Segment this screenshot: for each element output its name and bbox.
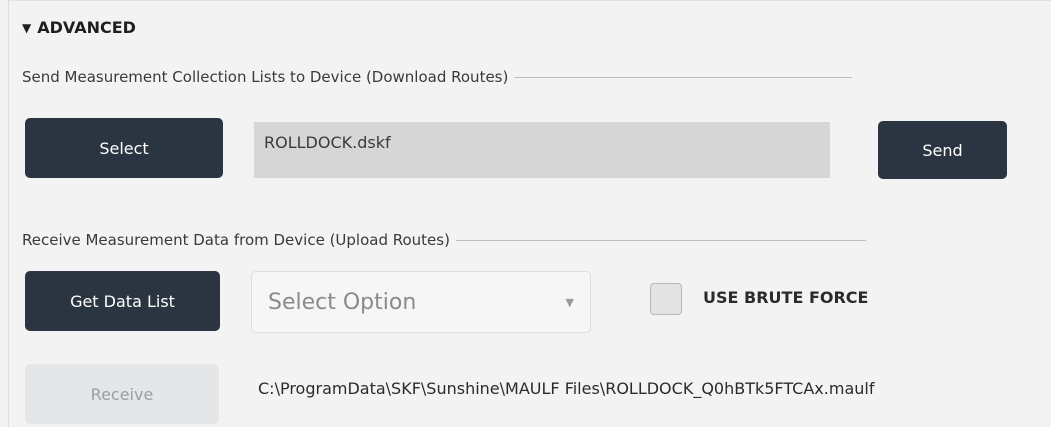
advanced-panel — [8, 0, 1051, 427]
brute-force-label: USE BRUTE FORCE — [703, 288, 869, 307]
download-section-label: Send Measurement Collection Lists to Dev… — [22, 68, 509, 86]
download-section-divider — [514, 76, 853, 78]
data-list-select[interactable]: Select Option ▼ — [251, 271, 591, 333]
upload-section-label: Receive Measurement Data from Device (Up… — [22, 231, 450, 249]
advanced-header-label: ADVANCED — [37, 18, 136, 37]
triangle-down-icon: ▼ — [22, 20, 32, 35]
chevron-down-icon: ▼ — [565, 295, 574, 309]
brute-force-checkbox[interactable] — [650, 283, 682, 315]
send-button[interactable]: Send — [878, 121, 1007, 179]
download-file-field: ROLLDOCK.dskf — [254, 122, 830, 178]
receive-button[interactable]: Receive — [25, 364, 219, 424]
advanced-toggle[interactable]: ▼ ADVANCED — [22, 18, 136, 37]
select-placeholder: Select Option — [268, 289, 417, 315]
upload-file-path: C:\ProgramData\SKF\Sunshine\MAULF Files\… — [258, 379, 875, 398]
get-data-list-button[interactable]: Get Data List — [25, 271, 220, 331]
upload-section-divider — [455, 239, 866, 241]
download-section-title: Send Measurement Collection Lists to Dev… — [22, 68, 853, 86]
upload-section-title: Receive Measurement Data from Device (Up… — [22, 231, 866, 249]
select-button[interactable]: Select — [25, 118, 223, 178]
